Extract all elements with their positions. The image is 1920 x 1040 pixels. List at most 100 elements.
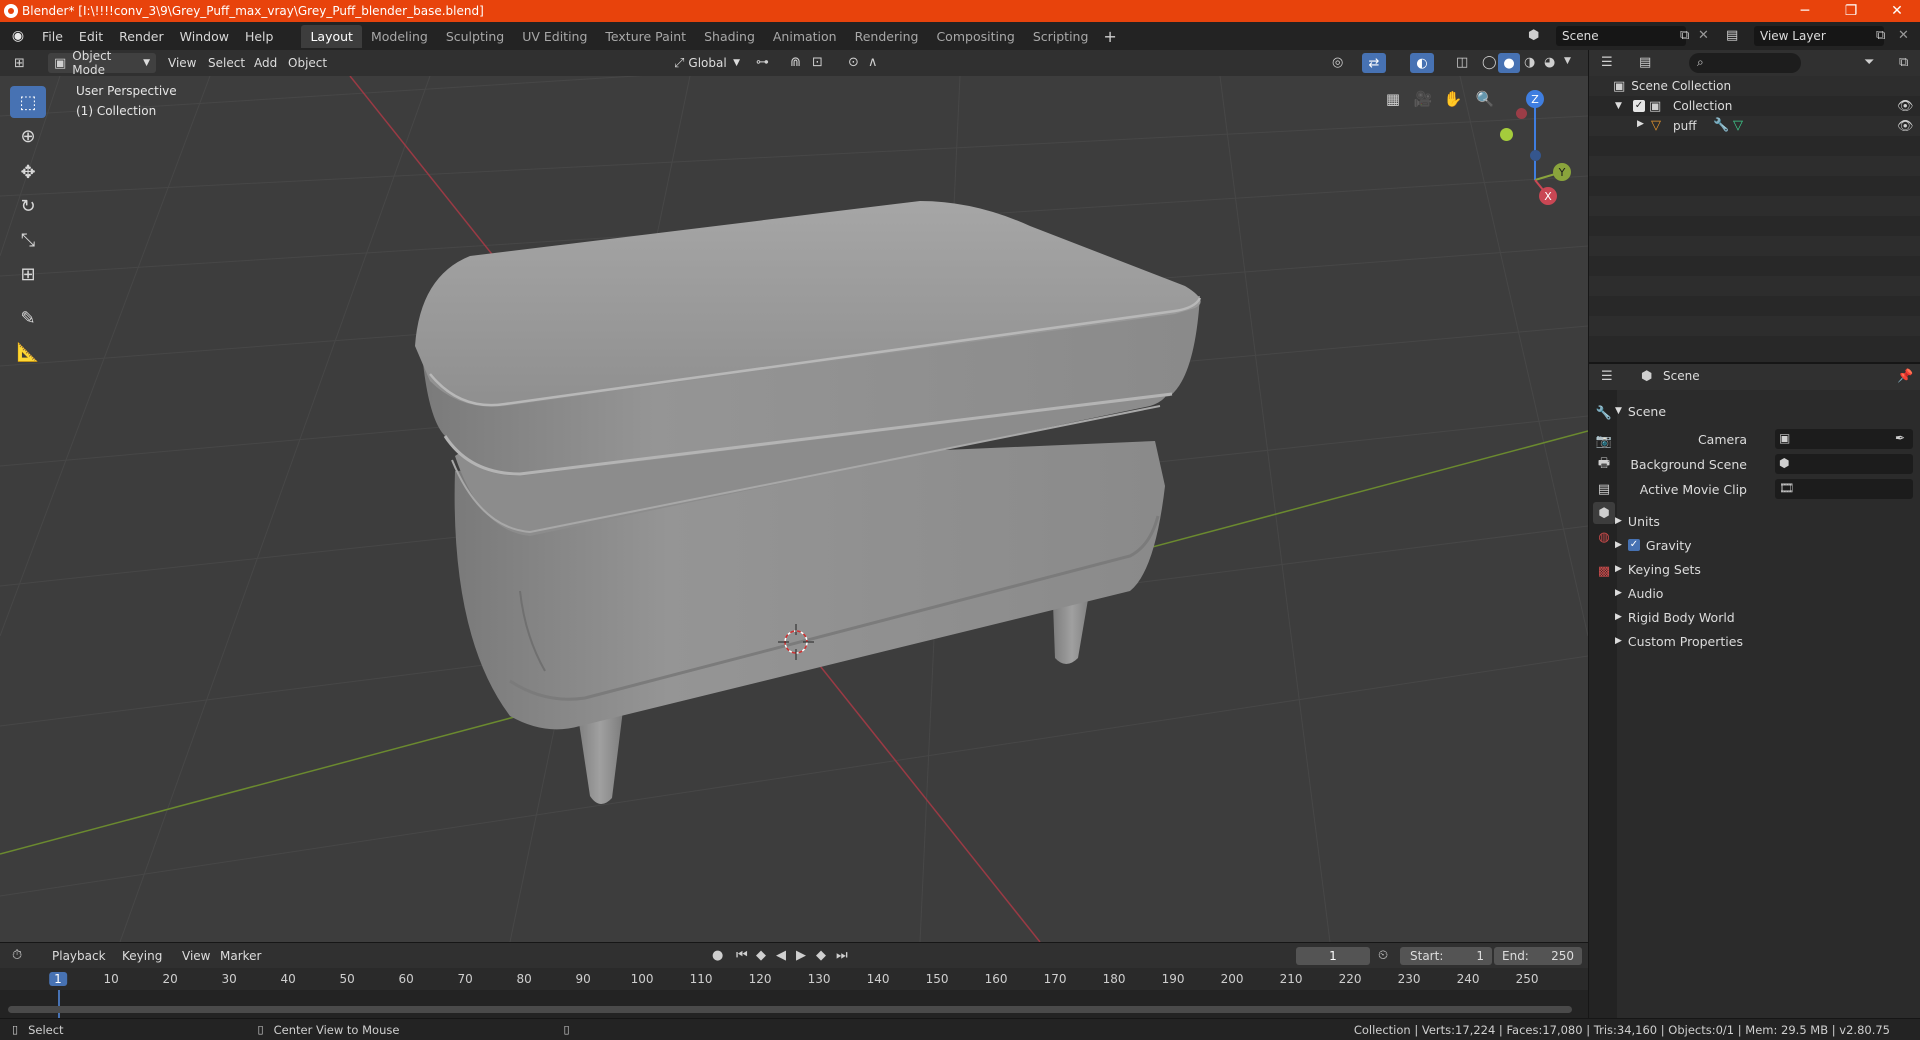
gizmo-x-axis[interactable]: X (1539, 187, 1557, 205)
rendered-shading-icon[interactable]: ◕ (1544, 55, 1555, 70)
minimize-button[interactable]: ─ (1782, 0, 1828, 22)
mode-dropdown[interactable]: ▣ Object Mode ▼ (48, 49, 156, 77)
tab-animation[interactable]: Animation (764, 25, 846, 48)
timeline-area[interactable]: 1 10 20 30 40 50 60 70 80 90 100 110 120 130 140 150 160… (0, 968, 1588, 1018)
falloff-icon[interactable]: ∧ (868, 55, 878, 70)
new-view-layer-icon[interactable]: ⧉ (1876, 28, 1885, 43)
menu-keying[interactable]: Keying (122, 946, 162, 966)
view-layer-tab[interactable]: ▤ (1593, 478, 1615, 500)
tab-uv-editing[interactable]: UV Editing (513, 25, 596, 48)
current-frame-field[interactable]: 1 (1296, 947, 1370, 965)
world-tab[interactable]: ◍ (1593, 526, 1615, 548)
menu-file[interactable]: File (34, 29, 71, 44)
next-keyframe-icon[interactable]: ◆ (816, 948, 826, 963)
units-panel-header[interactable]: ▶ Units (1615, 510, 1915, 532)
remove-view-layer-icon[interactable]: ✕ (1898, 28, 1909, 43)
tab-rendering[interactable]: Rendering (846, 25, 928, 48)
menu-render[interactable]: Render (111, 29, 172, 44)
outliner-editor-icon[interactable]: ☰ (1601, 55, 1613, 70)
maximize-button[interactable]: ❐ (1828, 0, 1874, 22)
menu-edit[interactable]: Edit (71, 29, 111, 44)
start-frame-field[interactable]: Start: 1 (1400, 947, 1492, 965)
audio-panel-header[interactable]: ▶ Audio (1615, 582, 1915, 604)
gizmo-y-axis[interactable]: Y (1553, 163, 1571, 181)
solid-shading-button[interactable]: ● (1498, 53, 1520, 73)
prev-keyframe-icon[interactable]: ◆ (756, 948, 766, 963)
texture-tab[interactable]: ▩ (1593, 560, 1615, 582)
menu-help[interactable]: Help (237, 29, 282, 44)
move-tool[interactable]: ✥ (10, 156, 46, 188)
orientation-dropdown[interactable]: ⤢ Global ▼ (668, 53, 746, 73)
shading-options-icon[interactable]: ▼ (1564, 56, 1571, 66)
pan-hand-icon[interactable]: ✋ (1440, 86, 1466, 112)
gizmo-neg-x-axis[interactable] (1516, 108, 1527, 119)
jump-start-icon[interactable]: ⏮ (736, 948, 748, 963)
display-mode-icon[interactable]: ▤ (1639, 55, 1651, 70)
snap-icon[interactable]: ⋒ (790, 55, 801, 70)
jump-end-icon[interactable]: ⏭ (836, 948, 848, 963)
menu-playback[interactable]: Playback (52, 946, 106, 966)
keying-sets-panel-header[interactable]: ▶ Keying Sets (1615, 558, 1915, 580)
outliner-row-puff[interactable]: ▶ ▽ puff 🔧 ▽ 👁 (1589, 116, 1920, 136)
custom-properties-panel-header[interactable]: ▶ Custom Properties (1615, 630, 1915, 652)
eyedropper-icon[interactable]: ✒ (1895, 431, 1905, 445)
pin-icon[interactable]: 📌 (1897, 369, 1913, 384)
scene-selector-icon[interactable]: ⬢ (1528, 28, 1539, 43)
annotate-tool[interactable]: ✎ (10, 302, 46, 334)
measure-tool[interactable]: 📐 (10, 336, 46, 368)
puff-object[interactable] (415, 201, 1202, 805)
menu-window[interactable]: Window (172, 29, 237, 44)
clock-icon[interactable]: ⏲ (1378, 948, 1388, 963)
tool-tab[interactable]: 🔧 (1593, 402, 1615, 424)
render-tab[interactable]: 📷 (1593, 430, 1615, 452)
collection-checkbox[interactable]: ✓ (1633, 100, 1645, 112)
outliner-row-scene-collection[interactable]: ▣ Scene Collection (1589, 76, 1920, 96)
editor-type-button[interactable]: ⊞ (8, 53, 38, 73)
menu-view[interactable]: View (168, 53, 196, 73)
playhead-line[interactable] (58, 990, 60, 1018)
cursor-tool[interactable]: ⊕ (10, 120, 46, 152)
visibility-eye-icon[interactable]: 👁 (1897, 99, 1914, 114)
camera-view-icon[interactable]: 🎥 (1410, 86, 1436, 112)
camera-field[interactable]: ▣ ✒ (1775, 429, 1913, 449)
scene-tab[interactable]: ⬢ (1593, 502, 1615, 524)
menu-view-timeline[interactable]: View (182, 946, 210, 966)
visibility-icon[interactable]: ◎ (1332, 55, 1343, 70)
output-tab[interactable]: 🖶 (1593, 454, 1615, 476)
toggle-camera-ortho-icon[interactable]: ▦ (1380, 86, 1406, 112)
blender-menu-icon[interactable]: ◉ (10, 28, 26, 44)
menu-select[interactable]: Select (208, 53, 245, 73)
gravity-panel-header[interactable]: ▶ ✓ Gravity (1615, 534, 1915, 556)
outliner-row-collection[interactable]: ▼ ✓ ▣ Collection 👁 (1589, 96, 1920, 116)
timeline-scrollbar[interactable] (8, 1006, 1572, 1013)
gizmo-toggle-button[interactable]: ⇄ (1362, 53, 1386, 73)
tab-compositing[interactable]: Compositing (927, 25, 1023, 48)
record-icon[interactable]: ● (712, 948, 723, 963)
gizmo-z-axis[interactable]: Z (1526, 90, 1544, 108)
filter-icon[interactable]: ⏷ (1864, 55, 1874, 70)
rotate-tool[interactable]: ↻ (10, 190, 46, 222)
gravity-checkbox[interactable]: ✓ (1627, 539, 1640, 551)
proportional-edit-icon[interactable]: ⊙ (848, 55, 859, 70)
menu-marker[interactable]: Marker (220, 946, 261, 966)
new-collection-icon[interactable]: ⧉ (1899, 55, 1908, 70)
timeline-editor-icon[interactable]: ⏱ (12, 948, 22, 963)
pivot-point-icon[interactable]: ⊶ (756, 55, 769, 70)
modifier-wrench-icon[interactable]: 🔧 (1713, 118, 1729, 133)
rigid-body-world-panel-header[interactable]: ▶ Rigid Body World (1615, 606, 1915, 628)
expand-arrow-icon[interactable]: ▶ (1637, 119, 1644, 129)
visibility-eye-icon[interactable]: 👁 (1897, 119, 1914, 134)
gizmo-neg-y-axis[interactable] (1500, 128, 1513, 141)
tab-modeling[interactable]: Modeling (362, 25, 437, 48)
mesh-data-icon[interactable]: ▽ (1733, 118, 1743, 133)
3d-viewport[interactable]: ⬚ ⊕ ✥ ↻ ⤡ ⊞ ✎ 📐 User Perspective (1) Col… (0, 76, 1588, 942)
play-reverse-icon[interactable]: ◀ (776, 948, 786, 963)
menu-add[interactable]: Add (254, 53, 277, 73)
scene-panel-header[interactable]: ▼ Scene (1615, 400, 1915, 422)
material-shading-icon[interactable]: ◑ (1524, 55, 1535, 70)
wireframe-shading-icon[interactable]: ◯ (1482, 55, 1497, 70)
xray-icon[interactable]: ◫ (1456, 55, 1468, 70)
gizmo-neg-z-axis[interactable] (1530, 150, 1541, 161)
view-layer-icon[interactable]: ▤ (1726, 28, 1738, 43)
scale-tool[interactable]: ⤡ (10, 224, 46, 256)
